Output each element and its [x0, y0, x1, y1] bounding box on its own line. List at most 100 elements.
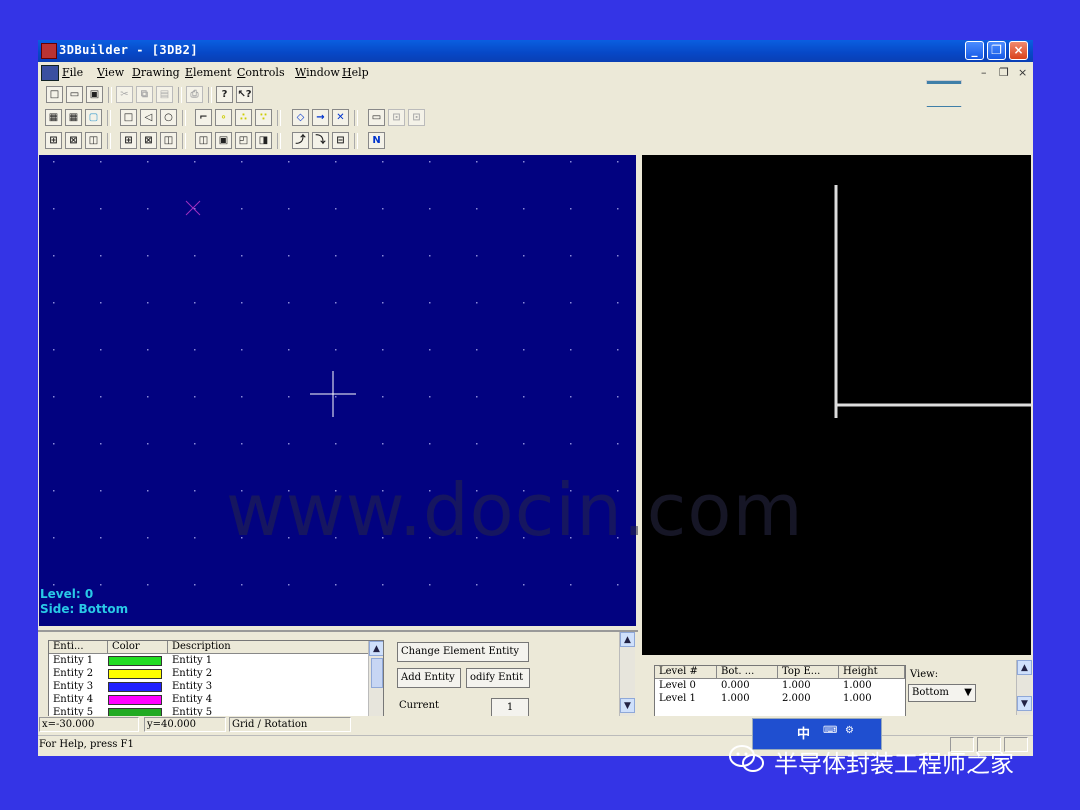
save-icon[interactable]: ▣	[86, 86, 103, 103]
level-height[interactable]: 1.000	[843, 680, 872, 691]
mdi-minimize-button[interactable]: –	[981, 66, 987, 79]
current-entity-field[interactable]: 1	[491, 698, 529, 718]
level-scrollbar[interactable]: ▲ ▼	[1016, 660, 1032, 715]
menu-drawing[interactable]: Drawing	[132, 66, 180, 79]
context-help-icon[interactable]: ↖?	[236, 86, 253, 103]
drawing-canvas[interactable]: Level: 0 Side: Bottom	[39, 155, 636, 626]
level-name[interactable]: Level 1	[659, 693, 696, 704]
level-top[interactable]: 2.000	[782, 693, 811, 704]
scroll-up-icon[interactable]: ▲	[1017, 660, 1032, 675]
entity-name[interactable]: Entity 2	[53, 668, 93, 679]
entity-table[interactable]: Enti... Color Description Entity 1 Entit…	[48, 640, 384, 717]
view-select[interactable]: Bottom ▼	[908, 684, 976, 702]
point-icon[interactable]: ◇	[292, 109, 309, 126]
3d-view-canvas[interactable]	[642, 155, 1031, 655]
level-height[interactable]: 1.000	[843, 693, 872, 704]
close-button[interactable]: ×	[1009, 41, 1028, 60]
entity-name[interactable]: Entity 3	[53, 681, 93, 692]
panel-scrollbar[interactable]: ▲ ▼	[619, 632, 635, 717]
move-point-icon[interactable]: →	[312, 109, 329, 126]
entity-name[interactable]: Entity 1	[53, 655, 93, 666]
menu-help[interactable]: Help	[342, 66, 369, 79]
menu-window[interactable]: Window	[295, 66, 340, 79]
menu-controls[interactable]: Controls	[237, 66, 285, 79]
modify-entity-button[interactable]: odify Entit	[466, 668, 530, 688]
change-element-entity-button[interactable]: Change Element Entity	[397, 642, 529, 662]
ime-mode[interactable]: 中	[797, 723, 810, 742]
col-height[interactable]: Height	[839, 666, 905, 679]
group-add-icon[interactable]: ⊞	[120, 132, 137, 149]
circle-icon[interactable]: ○	[160, 109, 177, 126]
maximize-button[interactable]: ❐	[987, 41, 1006, 60]
document-icon[interactable]	[41, 65, 59, 81]
col-entity[interactable]: Enti...	[49, 641, 108, 654]
level-down-icon[interactable]: ⤵	[312, 132, 329, 149]
entity-description[interactable]: Entity 4	[172, 694, 212, 705]
col-description[interactable]: Description	[168, 641, 383, 654]
add-entity-button[interactable]: Add Entity	[397, 668, 461, 688]
col-level[interactable]: Level #	[655, 666, 717, 679]
entity-description[interactable]: Entity 1	[172, 655, 212, 666]
node-group-icon[interactable]: ∵	[255, 109, 272, 126]
scroll-down-icon[interactable]: ▼	[620, 698, 635, 713]
minimize-button[interactable]: _	[965, 41, 984, 60]
mdi-restore-button[interactable]: ❐	[999, 66, 1009, 79]
split-right-icon[interactable]: ◨	[255, 132, 272, 149]
north-icon[interactable]: N	[368, 132, 385, 149]
mdi-close-button[interactable]: ×	[1018, 66, 1027, 79]
copy-icon[interactable]: ⧉	[136, 86, 153, 103]
element-delete-icon[interactable]: ◫	[85, 132, 102, 149]
node-icon[interactable]: ∘	[215, 109, 232, 126]
group-edit-icon[interactable]: ⊠	[140, 132, 157, 149]
grid-alt-icon[interactable]: ▦	[65, 109, 82, 126]
col-color[interactable]: Color	[108, 641, 168, 654]
pad-icon[interactable]: ⊡	[388, 109, 405, 126]
new-file-icon[interactable]: □	[46, 86, 63, 103]
plate-icon[interactable]: ▭	[368, 109, 385, 126]
entity-color-swatch[interactable]	[108, 682, 162, 692]
print-icon[interactable]: ⎙	[186, 86, 203, 103]
keyboard-icon[interactable]: ⌨	[823, 725, 837, 736]
connect-icon[interactable]: ⌐	[195, 109, 212, 126]
level-table[interactable]: Level # Bot. ... Top E... Height Level 0…	[654, 665, 906, 717]
menu-view[interactable]: View	[97, 66, 124, 79]
split-box-icon[interactable]: ▣	[215, 132, 232, 149]
entity-color-swatch[interactable]	[108, 669, 162, 679]
menu-file[interactable]: File	[62, 66, 83, 79]
settings-icon[interactable]: ⚙	[845, 725, 854, 736]
entity-color-swatch[interactable]	[108, 695, 162, 705]
entity-name[interactable]: Entity 4	[53, 694, 93, 705]
scroll-up-icon[interactable]: ▲	[369, 641, 383, 656]
pad-alt-icon[interactable]: ⊡	[408, 109, 425, 126]
scroll-up-icon[interactable]: ▲	[620, 632, 635, 647]
menu-element[interactable]: Element	[185, 66, 232, 79]
polygon-icon[interactable]: ◁	[140, 109, 157, 126]
scroll-down-icon[interactable]: ▼	[1017, 696, 1032, 711]
group-delete-icon[interactable]: ◫	[160, 132, 177, 149]
cut-icon[interactable]: ✂	[116, 86, 133, 103]
app-icon[interactable]	[41, 43, 57, 59]
split-v-icon[interactable]: ◫	[195, 132, 212, 149]
level-up-icon[interactable]: ⤴	[292, 132, 309, 149]
entity-table-scrollbar[interactable]: ▲	[368, 641, 383, 716]
layer-icon[interactable]: ▢	[85, 109, 102, 126]
help-icon[interactable]: ?	[216, 86, 233, 103]
level-bottom[interactable]: 1.000	[721, 693, 750, 704]
grid-icon[interactable]: ▦	[45, 109, 62, 126]
col-bottom[interactable]: Bot. ...	[717, 666, 778, 679]
level-name[interactable]: Level 0	[659, 680, 696, 691]
scroll-thumb[interactable]	[371, 658, 383, 688]
rectangle-icon[interactable]: □	[120, 109, 137, 126]
entity-description[interactable]: Entity 3	[172, 681, 212, 692]
col-top[interactable]: Top E...	[778, 666, 839, 679]
split-corner-icon[interactable]: ◰	[235, 132, 252, 149]
entity-color-swatch[interactable]	[108, 656, 162, 666]
paste-icon[interactable]: ▤	[156, 86, 173, 103]
level-top[interactable]: 1.000	[782, 680, 811, 691]
level-bottom[interactable]: 0.000	[721, 680, 750, 691]
delete-point-icon[interactable]: ✕	[332, 109, 349, 126]
element-add-icon[interactable]: ⊞	[45, 132, 62, 149]
open-folder-icon[interactable]: ▭	[66, 86, 83, 103]
element-edit-icon[interactable]: ⊠	[65, 132, 82, 149]
title-bar[interactable]: 3DBuilder - [3DB2] _ ❐ ×	[38, 40, 1033, 62]
